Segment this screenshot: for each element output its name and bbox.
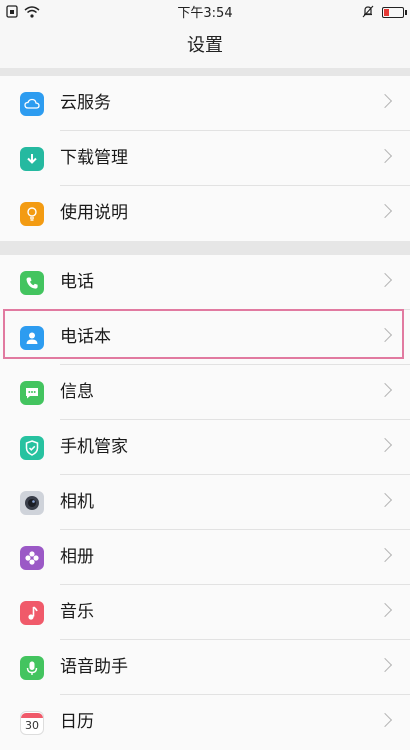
calendar-icon: 30 (20, 711, 44, 735)
settings-item-download-manager[interactable]: 下载管理 (0, 131, 410, 186)
bulb-icon (20, 202, 44, 226)
settings-item-phone-manager[interactable]: 手机管家 (0, 420, 410, 475)
chevron-right-icon (377, 437, 393, 453)
settings-item-label: 云服务 (60, 93, 111, 113)
chevron-right-icon (377, 657, 393, 673)
settings-item-label: 日历 (60, 712, 94, 732)
status-bar: 下午3:54 (0, 0, 410, 21)
battery-icon (382, 7, 407, 18)
chevron-right-icon (377, 93, 393, 109)
message-icon (20, 381, 44, 405)
settings-item-phone[interactable]: 电话 (0, 255, 410, 310)
settings-item-label: 下载管理 (60, 148, 128, 168)
phone-icon (20, 271, 44, 295)
settings-item-messages[interactable]: 信息 (0, 365, 410, 420)
chevron-right-icon (377, 382, 393, 398)
chevron-right-icon (377, 203, 393, 219)
settings-item-label: 相册 (60, 547, 94, 567)
settings-item-cloud-service[interactable]: 云服务 (0, 76, 410, 131)
status-time: 下午3:54 (177, 6, 233, 21)
settings-item-user-guide[interactable]: 使用说明 (0, 186, 410, 241)
settings-item-label: 音乐 (60, 602, 94, 622)
chevron-right-icon (377, 602, 393, 618)
settings-item-label: 手机管家 (60, 437, 128, 457)
settings-item-voice-assistant[interactable]: 语音助手 (0, 640, 410, 695)
settings-item-label: 电话本 (60, 327, 111, 347)
page-title: 设置 (0, 20, 410, 68)
chevron-right-icon (377, 547, 393, 563)
cloud-icon (20, 92, 44, 116)
album-icon (20, 546, 44, 570)
section-gap (0, 68, 410, 76)
contacts-icon (20, 326, 44, 350)
settings-item-label: 相机 (60, 492, 94, 512)
settings-item-album[interactable]: 相册 (0, 530, 410, 585)
settings-item-contacts[interactable]: 电话本 (0, 310, 410, 365)
settings-item-label: 信息 (60, 382, 94, 402)
settings-item-camera[interactable]: 相机 (0, 475, 410, 530)
settings-item-label: 使用说明 (60, 203, 128, 223)
mic-icon (20, 656, 44, 680)
camera-icon (20, 491, 44, 515)
chevron-right-icon (377, 492, 393, 508)
chevron-right-icon (377, 272, 393, 288)
chevron-right-icon (377, 148, 393, 164)
shield-icon (20, 436, 44, 460)
section-gap (0, 241, 410, 255)
settings-item-label: 语音助手 (60, 657, 128, 677)
settings-item-label: 电话 (60, 272, 94, 292)
chevron-right-icon (377, 712, 393, 728)
chevron-right-icon (377, 327, 393, 343)
settings-item-calendar[interactable]: 30 日历 (0, 695, 410, 750)
download-icon (20, 147, 44, 171)
settings-item-music[interactable]: 音乐 (0, 585, 410, 640)
calendar-day: 30 (25, 718, 39, 732)
music-icon (20, 601, 44, 625)
